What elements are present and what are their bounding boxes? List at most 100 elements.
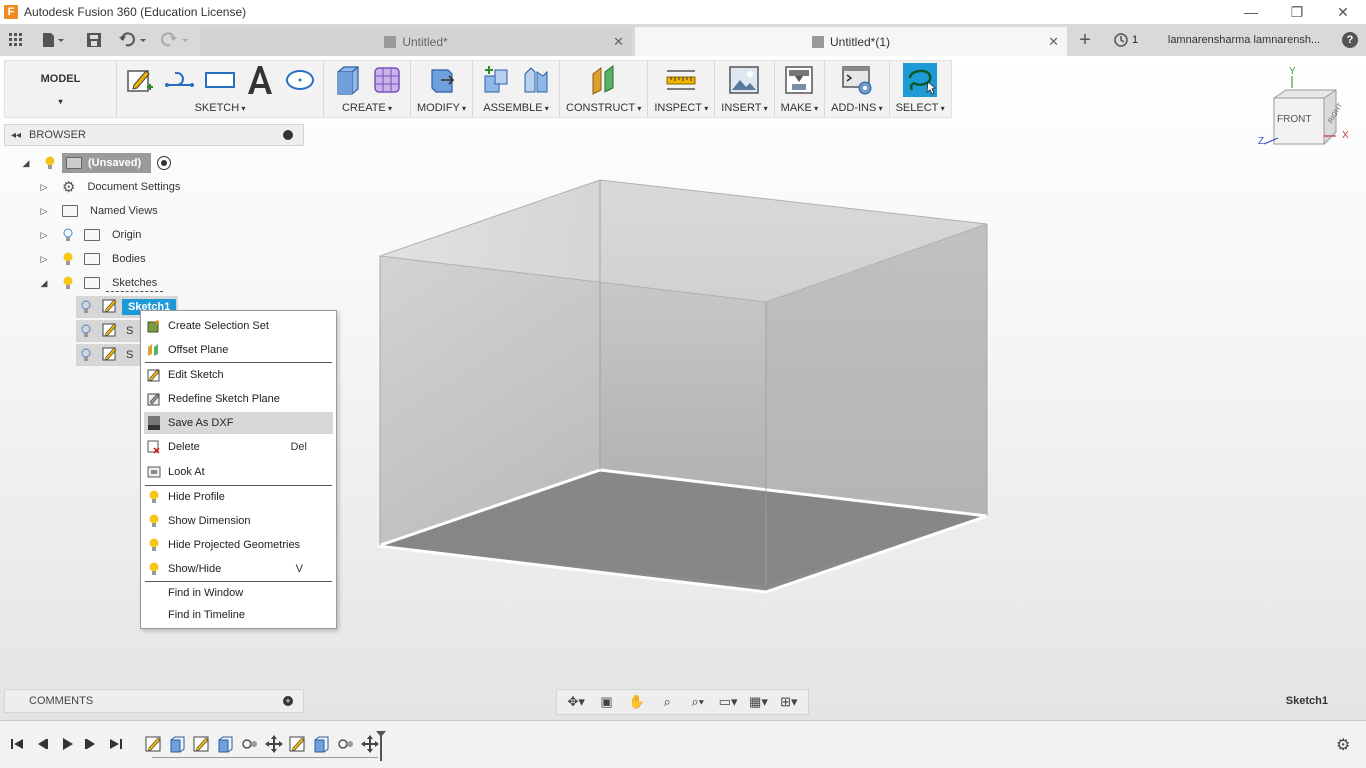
make-menu[interactable]: MAKE: [781, 99, 818, 117]
menu-item-offset-plane[interactable]: Offset Plane: [144, 339, 333, 361]
extrude-icon[interactable]: [330, 63, 364, 97]
minimize-button[interactable]: —: [1228, 0, 1274, 24]
menu-item-create-selection-set[interactable]: Create Selection Set: [144, 315, 333, 337]
insert-image-icon[interactable]: [727, 63, 761, 97]
fit-zoom-icon[interactable]: ⌕▾: [687, 693, 709, 711]
3d-print-icon[interactable]: [782, 63, 816, 97]
lightbulb-off-icon[interactable]: [62, 228, 74, 242]
help-icon[interactable]: ?: [1334, 32, 1366, 48]
menu-item-hide-profile[interactable]: Hide Profile: [144, 486, 333, 508]
timeline-sketch-icon[interactable]: [192, 734, 212, 754]
scripts-icon[interactable]: [840, 63, 874, 97]
zoom-icon[interactable]: ⌕: [656, 693, 678, 711]
create-sketch-icon[interactable]: [123, 63, 157, 97]
select-lasso-icon[interactable]: [903, 63, 938, 97]
circle-icon[interactable]: [283, 63, 317, 97]
job-status[interactable]: 1: [1114, 33, 1154, 47]
data-panel-grid-icon[interactable]: [6, 30, 26, 50]
offset-plane-tool-icon[interactable]: [587, 63, 621, 97]
menu-item-redefine-sketch-plane[interactable]: Redefine Sketch Plane: [144, 388, 333, 410]
timeline-settings-gear-icon[interactable]: ⚙: [1336, 735, 1354, 754]
tree-item-document-settings[interactable]: ▷ ⚙ Document Settings: [38, 176, 186, 198]
save-icon[interactable]: [84, 30, 104, 50]
menu-item-show-hide[interactable]: Show/Hide V: [144, 558, 333, 580]
collapse-double-chevron-icon[interactable]: ◂◂: [11, 130, 21, 141]
line-icon[interactable]: [163, 63, 197, 97]
menu-item-find-in-window[interactable]: Find in Window: [144, 582, 333, 604]
comments-panel-header[interactable]: COMMENTS +: [4, 689, 304, 713]
measure-icon[interactable]: [664, 63, 698, 97]
view-cube[interactable]: FRONT RIGHT Y Z X: [1256, 66, 1356, 152]
lightbulb-icon[interactable]: [62, 252, 74, 266]
press-pull-icon[interactable]: [425, 63, 459, 97]
look-at-nav-icon[interactable]: ▣: [596, 693, 618, 711]
expanded-triangle-icon[interactable]: ◢: [38, 277, 50, 289]
close-window-button[interactable]: ✕: [1320, 0, 1366, 24]
viewports-icon[interactable]: ⊞▾: [778, 693, 800, 711]
root-node[interactable]: (Unsaved): [62, 153, 152, 173]
file-menu-icon[interactable]: [38, 30, 68, 50]
tree-item-sketches[interactable]: ◢ Sketches: [38, 272, 164, 294]
tab-untitled-1[interactable]: Untitled*(1) ✕: [635, 27, 1067, 56]
inspect-menu[interactable]: INSPECT: [654, 99, 708, 117]
redo-icon[interactable]: [158, 30, 192, 50]
pan-hand-icon[interactable]: ✋: [626, 693, 648, 711]
step-forward-icon[interactable]: [82, 735, 100, 753]
workspace-switcher[interactable]: MODEL ▾: [5, 61, 117, 117]
activate-radio-icon[interactable]: [157, 156, 172, 170]
collapsed-triangle-icon[interactable]: ▷: [38, 253, 50, 265]
undo-icon[interactable]: [116, 30, 150, 50]
tree-item-named-views[interactable]: ▷ Named Views: [38, 200, 164, 222]
text-icon[interactable]: [243, 63, 277, 97]
form-icon[interactable]: [370, 63, 404, 97]
menu-item-delete[interactable]: Delete Del: [144, 436, 333, 458]
menu-item-find-in-timeline[interactable]: Find in Timeline: [144, 604, 333, 626]
rectangle-icon[interactable]: [203, 63, 237, 97]
tree-item-bodies[interactable]: ▷ Bodies: [38, 248, 152, 270]
timeline-extrude-icon[interactable]: [312, 734, 332, 754]
timeline-sketch-icon[interactable]: [288, 734, 308, 754]
timeline-extrude-icon[interactable]: [168, 734, 188, 754]
tab-untitled[interactable]: Untitled* ✕: [200, 27, 632, 56]
collapsed-triangle-icon[interactable]: ▷: [38, 205, 50, 217]
close-tab-icon[interactable]: ✕: [1048, 34, 1059, 50]
insert-menu[interactable]: INSERT: [721, 99, 767, 117]
sketch-menu[interactable]: SKETCH: [195, 99, 246, 117]
grid-settings-icon[interactable]: ▦▾: [747, 693, 769, 711]
step-back-icon[interactable]: [33, 735, 51, 753]
close-tab-icon[interactable]: ✕: [613, 34, 624, 50]
lightbulb-off-icon[interactable]: [80, 300, 92, 314]
tree-item-sketch2[interactable]: S: [76, 320, 142, 342]
timeline-extrude-icon[interactable]: [216, 734, 236, 754]
modify-menu[interactable]: MODIFY: [417, 99, 466, 117]
restore-button[interactable]: ❐: [1274, 0, 1320, 24]
lightbulb-icon[interactable]: [62, 276, 74, 290]
select-menu[interactable]: SELECT: [896, 99, 945, 117]
collapsed-triangle-icon[interactable]: ▷: [38, 181, 50, 193]
browser-pin-icon[interactable]: [283, 130, 293, 140]
timeline-joint-icon[interactable]: [336, 734, 356, 754]
go-to-start-icon[interactable]: [8, 735, 26, 753]
user-name[interactable]: lamnarensharma lamnarensh...: [1154, 34, 1334, 46]
assemble-menu[interactable]: ASSEMBLE: [483, 99, 549, 117]
orbit-icon[interactable]: ✥▾: [565, 693, 587, 711]
menu-item-hide-projected-geometries[interactable]: Hide Projected Geometries: [144, 534, 333, 556]
display-settings-icon[interactable]: ▭▾: [717, 693, 739, 711]
menu-item-show-dimension[interactable]: Show Dimension: [144, 510, 333, 532]
new-component-icon[interactable]: [479, 63, 513, 97]
collapsed-triangle-icon[interactable]: ▷: [38, 229, 50, 241]
timeline-joint-icon[interactable]: [240, 734, 260, 754]
create-menu[interactable]: CREATE: [342, 99, 392, 117]
menu-item-look-at[interactable]: Look At: [144, 461, 333, 483]
construct-menu[interactable]: CONSTRUCT: [566, 99, 641, 117]
tree-item-origin[interactable]: ▷ Origin: [38, 224, 147, 246]
lightbulb-icon[interactable]: [44, 156, 56, 170]
tree-root[interactable]: ◢ (Unsaved): [20, 152, 172, 174]
play-icon[interactable]: [58, 735, 76, 753]
timeline-move-icon[interactable]: [264, 734, 284, 754]
timeline-sketch-icon[interactable]: [144, 734, 164, 754]
menu-item-save-as-dxf[interactable]: Save As DXF: [144, 412, 333, 434]
add-comment-icon[interactable]: +: [283, 696, 293, 706]
menu-item-edit-sketch[interactable]: Edit Sketch: [144, 364, 333, 386]
model-box[interactable]: [360, 166, 1010, 606]
